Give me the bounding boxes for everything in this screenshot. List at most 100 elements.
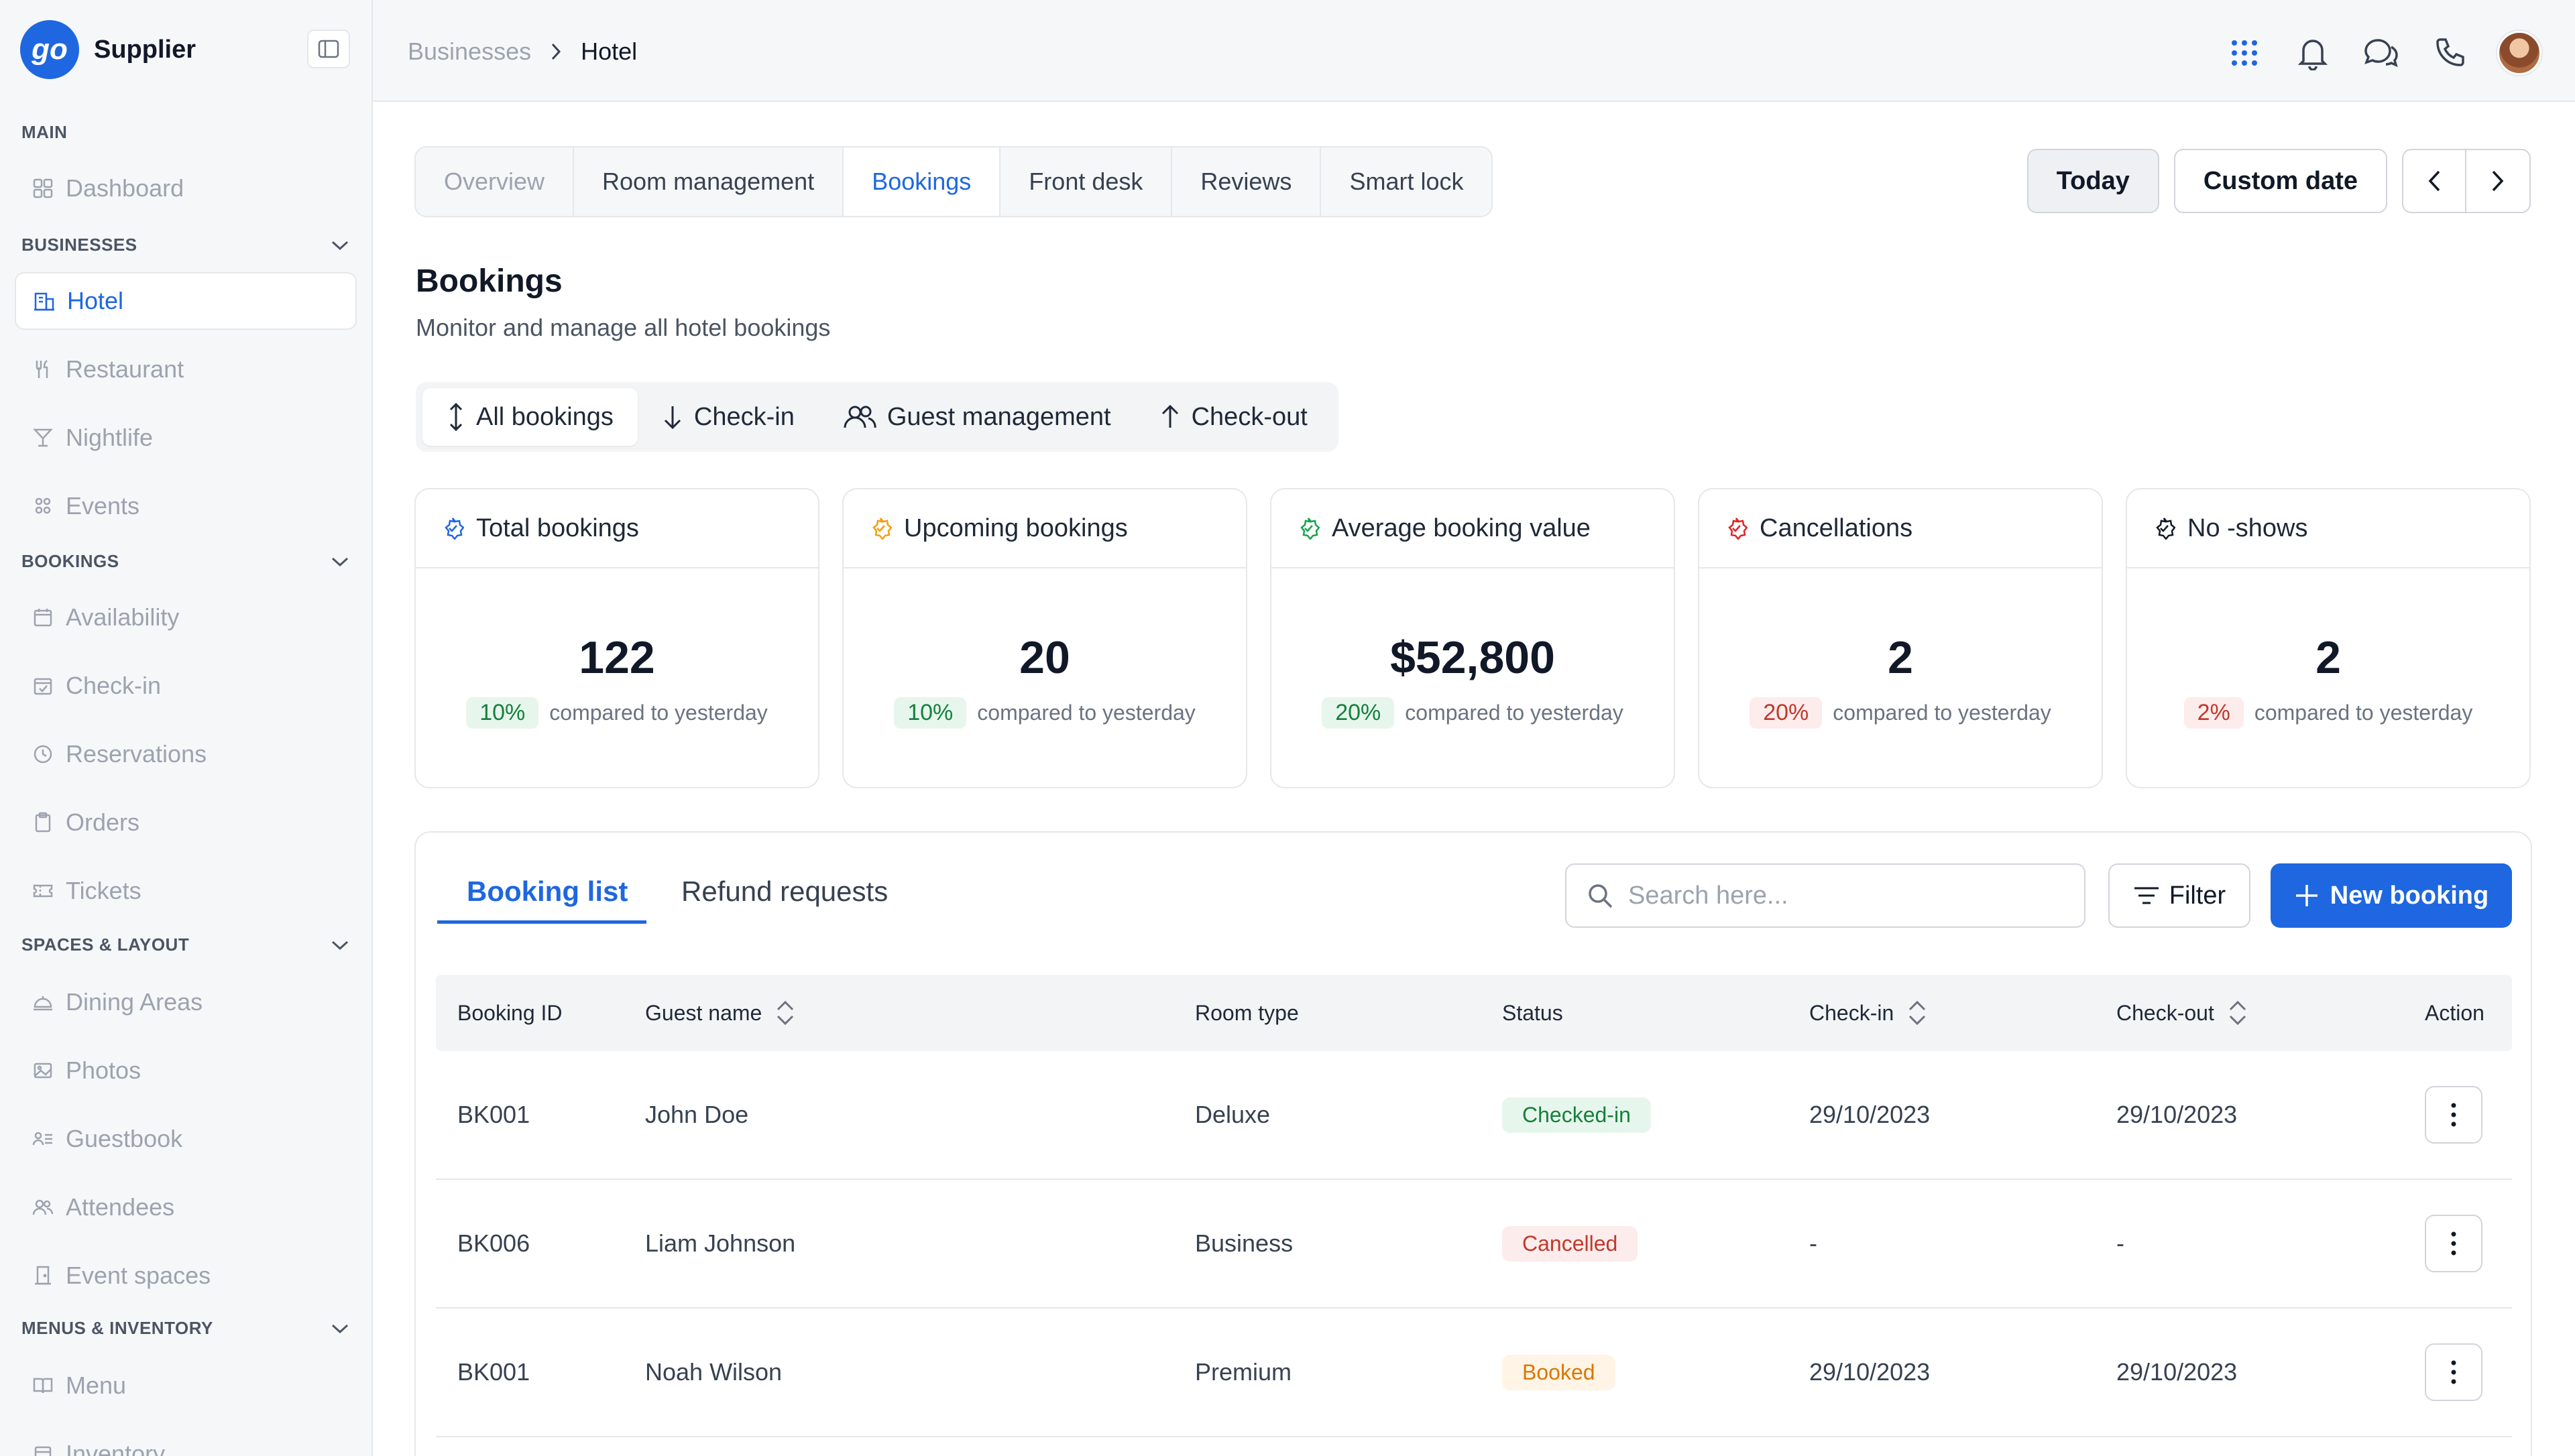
clock-icon — [30, 741, 56, 768]
sidebar-item-orders[interactable]: Orders — [15, 794, 357, 851]
compare-text: compared to yesterday — [549, 701, 768, 725]
sidebar-item-inventory[interactable]: Inventory — [15, 1425, 357, 1456]
sidebar-item-events[interactable]: Events — [15, 477, 357, 535]
check-in-date: - — [1809, 1229, 1817, 1257]
tab-room-management[interactable]: Room management — [574, 147, 844, 216]
chat-icon[interactable] — [2360, 32, 2402, 74]
tab-smart-lock[interactable]: Smart lock — [1321, 147, 1492, 216]
phone-icon[interactable] — [2429, 32, 2470, 74]
chevron-right-icon — [2491, 169, 2505, 193]
sort-icon — [774, 998, 797, 1028]
sidebar-item-label: Restaurant — [66, 355, 184, 383]
grid-icon — [30, 175, 56, 202]
next-date-button[interactable] — [2466, 150, 2529, 212]
filter-icon — [2133, 886, 2160, 906]
sidebar-item-tickets[interactable]: Tickets — [15, 862, 357, 920]
bell-icon[interactable] — [2292, 32, 2334, 74]
search-input[interactable] — [1628, 881, 2057, 910]
row-action-button[interactable] — [2425, 1086, 2482, 1144]
tab-booking-list[interactable]: Booking list — [437, 875, 646, 924]
sidebar-item-label: Reservations — [66, 740, 207, 768]
column-status: Status — [1502, 1000, 1563, 1025]
booking-subtabs: All bookings Check-in Guest management C… — [416, 382, 1338, 452]
stat-label: Cancellations — [1760, 513, 1913, 542]
sidebar-toggle-icon — [318, 40, 339, 58]
sidebar-item-hotel[interactable]: Hotel — [15, 272, 357, 330]
room-type: Business — [1195, 1229, 1294, 1257]
booking-panel: Booking list Refund requests Filter New … — [414, 831, 2532, 1456]
new-booking-button[interactable]: New booking — [2271, 863, 2512, 928]
sidebar-item-dining[interactable]: Dining Areas — [15, 973, 357, 1031]
sidebar-item-menu[interactable]: Menu — [15, 1357, 357, 1414]
chevron-down-icon — [330, 239, 350, 251]
sidebar-item-label: Inventory — [66, 1440, 166, 1456]
column-label: Check-in — [1809, 1000, 1894, 1025]
badge-sparkle-icon — [1297, 517, 1320, 540]
page-title: Bookings — [416, 263, 563, 299]
column-booking-id: Booking ID — [457, 1000, 563, 1025]
today-button[interactable]: Today — [2026, 149, 2159, 213]
sidebar-collapse-button[interactable] — [307, 29, 350, 68]
sidebar-item-checkin[interactable]: Check-in — [15, 657, 357, 715]
section-businesses[interactable]: BUSINESSES — [21, 235, 350, 255]
check-in-date: 29/10/2023 — [1809, 1358, 1931, 1386]
sidebar-item-label: Nightlife — [66, 424, 154, 451]
stat-label: Average booking value — [1332, 513, 1591, 542]
subtab-guest-management[interactable]: Guest management — [819, 388, 1135, 446]
prev-date-button[interactable] — [2403, 150, 2466, 212]
sidebar-item-guestbook[interactable]: Guestbook — [15, 1110, 357, 1168]
column-check-in[interactable]: Check-in — [1809, 975, 1929, 1051]
sidebar-item-reservations[interactable]: Reservations — [15, 725, 357, 783]
column-guest-name[interactable]: Guest name — [645, 975, 797, 1051]
subtab-check-out[interactable]: Check-out — [1135, 388, 1332, 446]
tab-bookings[interactable]: Bookings — [844, 147, 1001, 216]
subtab-label: All bookings — [476, 402, 614, 431]
booking-id: BK001 — [457, 1358, 530, 1386]
apps-grid-icon[interactable] — [2224, 32, 2265, 74]
stat-card-average-booking-value: Average booking value $52,800 20% compare… — [1270, 488, 1675, 788]
tab-overview[interactable]: Overview — [416, 147, 575, 216]
utensils-icon — [30, 356, 56, 383]
new-booking-label: New booking — [2330, 881, 2489, 910]
section-menus[interactable]: MENUS & INVENTORY — [21, 1318, 350, 1339]
breadcrumb-parent[interactable]: Businesses — [408, 38, 531, 66]
sidebar-item-event-spaces[interactable]: Event spaces — [15, 1247, 357, 1305]
custom-date-button[interactable]: Custom date — [2173, 149, 2387, 213]
change-badge: 20% — [1750, 697, 1823, 729]
calendar-check-icon — [30, 672, 56, 699]
sidebar-item-nightlife[interactable]: Nightlife — [15, 409, 357, 467]
room-type: Premium — [1195, 1358, 1292, 1386]
row-action-button[interactable] — [2425, 1215, 2482, 1272]
sidebar-item-availability[interactable]: Availability — [15, 589, 357, 646]
guest-name: Liam Johnson — [645, 1229, 796, 1257]
chevron-down-icon — [330, 939, 350, 951]
badge-sparkle-icon — [2153, 517, 2175, 540]
sidebar-item-label: Dining Areas — [66, 988, 203, 1016]
tab-reviews[interactable]: Reviews — [1172, 147, 1322, 216]
section-bookings[interactable]: BOOKINGS — [21, 551, 350, 572]
section-main: MAIN — [21, 122, 350, 143]
chevron-down-icon — [330, 556, 350, 568]
avatar[interactable] — [2497, 31, 2541, 75]
sidebar-item-restaurant[interactable]: Restaurant — [15, 341, 357, 398]
sidebar-item-dashboard[interactable]: Dashboard — [15, 160, 357, 217]
more-vertical-icon — [2450, 1359, 2457, 1386]
sidebar-item-attendees[interactable]: Attendees — [15, 1178, 357, 1236]
sidebar-item-photos[interactable]: Photos — [15, 1042, 357, 1099]
breadcrumb-current: Hotel — [581, 38, 638, 65]
brand[interactable]: go Supplier — [20, 20, 196, 79]
tab-refund-requests[interactable]: Refund requests — [681, 875, 888, 908]
column-check-out[interactable]: Check-out — [2116, 975, 2249, 1051]
table-row: BK001 John Doe Deluxe Checked-in 29/10/2… — [436, 1051, 2512, 1180]
filter-button[interactable]: Filter — [2108, 863, 2250, 928]
subtab-all-bookings[interactable]: All bookings — [422, 388, 638, 446]
section-businesses-label: BUSINESSES — [21, 235, 137, 255]
stat-label: Upcoming bookings — [904, 513, 1128, 542]
table-header: Booking ID Guest name Room type Status C… — [436, 975, 2512, 1051]
box-icon — [30, 1441, 56, 1456]
tab-front-desk[interactable]: Front desk — [1000, 147, 1173, 216]
section-spaces[interactable]: SPACES & LAYOUT — [21, 934, 350, 955]
row-action-button[interactable] — [2425, 1343, 2482, 1401]
subtab-check-in[interactable]: Check-in — [638, 388, 819, 446]
stat-value: 2 — [1888, 632, 1913, 683]
